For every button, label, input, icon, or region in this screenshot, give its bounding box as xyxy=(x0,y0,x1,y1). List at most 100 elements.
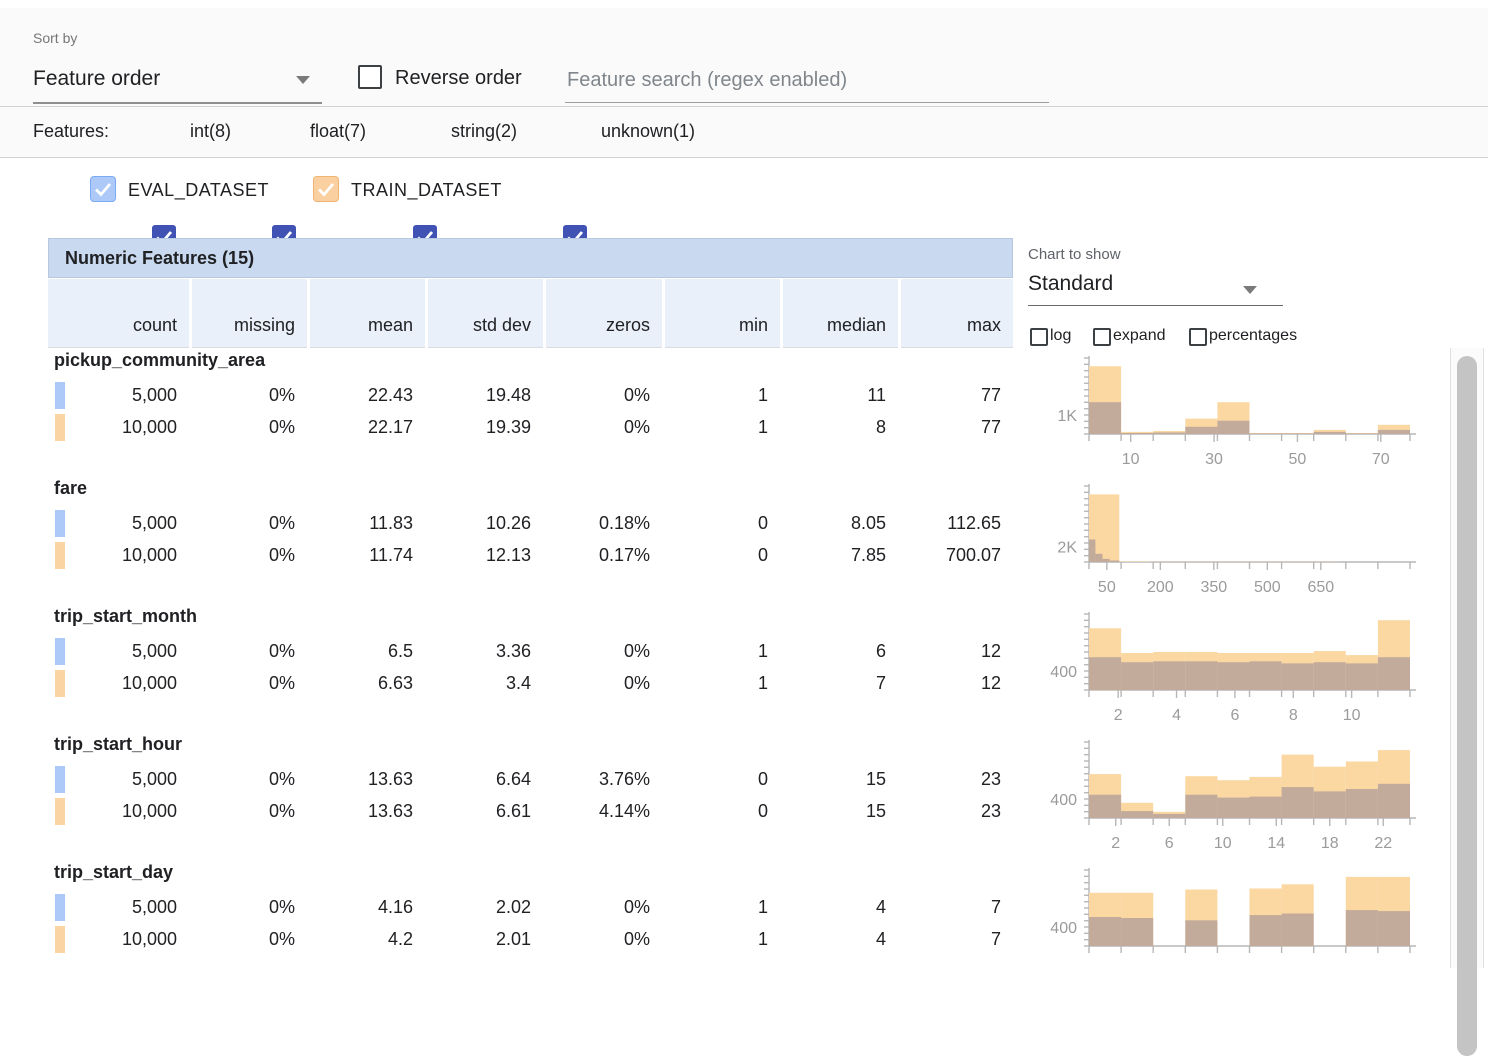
svg-text:50: 50 xyxy=(1289,451,1307,468)
stat-min: 1 xyxy=(662,670,768,697)
column-separator xyxy=(780,279,783,348)
feature-row-fare: fare5,0000%11.8310.260.18%08.05112.6510,… xyxy=(0,476,1488,604)
chart-select-underline xyxy=(1028,305,1283,306)
sort-by-value[interactable]: Feature order xyxy=(33,67,160,91)
expand-checkbox[interactable] xyxy=(1093,328,1111,346)
feature-row-trip_start_month: trip_start_month5,0000%6.53.360%161210,0… xyxy=(0,604,1488,732)
stat-std-dev: 6.64 xyxy=(425,766,531,793)
column-header-median: median xyxy=(780,315,886,339)
column-separator xyxy=(189,279,192,348)
stat-mean: 13.63 xyxy=(307,766,413,793)
scrollbar-thumb[interactable] xyxy=(1457,356,1477,1056)
svg-text:400: 400 xyxy=(1050,920,1077,937)
stat-median: 4 xyxy=(780,894,886,921)
stat-missing: 0% xyxy=(189,382,295,409)
vertical-scrollbar[interactable] xyxy=(1450,348,1484,968)
stat-mean: 6.63 xyxy=(307,670,413,697)
log-checkbox[interactable] xyxy=(1030,328,1048,346)
column-header-zeros: zeros xyxy=(543,315,650,339)
column-separator xyxy=(898,279,901,348)
stat-min: 1 xyxy=(662,382,768,409)
feature-name: trip_start_hour xyxy=(54,734,182,755)
stat-std-dev: 2.02 xyxy=(425,894,531,921)
stat-mean: 4.16 xyxy=(307,894,413,921)
column-header-min: min xyxy=(662,315,768,339)
stat-zeros: 0% xyxy=(543,382,650,409)
stat-mean: 4.2 xyxy=(307,926,413,953)
svg-text:350: 350 xyxy=(1200,579,1227,596)
stat-zeros: 4.14% xyxy=(543,798,650,825)
stat-median: 4 xyxy=(780,926,886,953)
stat-min: 0 xyxy=(662,542,768,569)
stat-count: 5,000 xyxy=(48,766,177,793)
column-separator xyxy=(662,279,665,348)
column-header-missing: missing xyxy=(189,315,295,339)
feature-name: fare xyxy=(54,478,87,499)
stat-missing: 0% xyxy=(189,670,295,697)
percentages-checkbox[interactable] xyxy=(1189,328,1207,346)
chart-to-show-label: Chart to show xyxy=(1028,246,1121,263)
stat-mean: 22.43 xyxy=(307,382,413,409)
stat-max: 77 xyxy=(898,382,1001,409)
log-label: log xyxy=(1050,327,1071,345)
stat-std-dev: 10.26 xyxy=(425,510,531,537)
feature-row-pickup_community_area: pickup_community_area5,0000%22.4319.480%… xyxy=(0,348,1488,476)
stat-zeros: 0.18% xyxy=(543,510,650,537)
svg-text:8: 8 xyxy=(1289,707,1298,724)
dataset-checkbox-TRAIN_DATASET[interactable] xyxy=(313,176,339,202)
stat-median: 6 xyxy=(780,638,886,665)
stat-count: 10,000 xyxy=(48,414,177,441)
stat-missing: 0% xyxy=(189,510,295,537)
column-separator xyxy=(543,279,546,348)
sort-underline xyxy=(33,102,322,104)
stat-max: 23 xyxy=(898,798,1001,825)
column-header-max: max xyxy=(898,315,1001,339)
svg-text:50: 50 xyxy=(1098,579,1116,596)
numeric-features-header: Numeric Features (15) xyxy=(48,238,1013,278)
search-input[interactable] xyxy=(565,58,1049,103)
svg-text:500: 500 xyxy=(1254,579,1281,596)
svg-text:2: 2 xyxy=(1111,835,1120,852)
stat-std-dev: 2.01 xyxy=(425,926,531,953)
stat-missing: 0% xyxy=(189,926,295,953)
stat-min: 0 xyxy=(662,798,768,825)
stat-count: 10,000 xyxy=(48,670,177,697)
stat-zeros: 0% xyxy=(543,414,650,441)
svg-text:400: 400 xyxy=(1050,792,1077,809)
svg-text:30: 30 xyxy=(1205,451,1223,468)
column-header-std-dev: std dev xyxy=(425,315,531,339)
features-label: Features: xyxy=(33,121,109,142)
column-separator xyxy=(425,279,428,348)
feature-row-trip_start_hour: trip_start_hour5,0000%13.636.643.76%0152… xyxy=(0,732,1488,860)
percentages-label: percentages xyxy=(1209,327,1297,345)
svg-text:18: 18 xyxy=(1321,835,1339,852)
stat-zeros: 0% xyxy=(543,638,650,665)
stat-zeros: 0.17% xyxy=(543,542,650,569)
chevron-down-icon[interactable] xyxy=(296,76,310,84)
stat-mean: 6.5 xyxy=(307,638,413,665)
stat-max: 112.65 xyxy=(898,510,1001,537)
svg-text:70: 70 xyxy=(1372,451,1390,468)
reverse-order-checkbox[interactable] xyxy=(358,65,382,89)
stat-min: 0 xyxy=(662,510,768,537)
stat-missing: 0% xyxy=(189,798,295,825)
stat-count: 5,000 xyxy=(48,894,177,921)
dataset-checkbox-EVAL_DATASET[interactable] xyxy=(90,176,116,202)
histogram-trip_start_hour: 2610141822400 xyxy=(1020,734,1420,858)
svg-text:6: 6 xyxy=(1165,835,1174,852)
svg-text:22: 22 xyxy=(1374,835,1392,852)
svg-text:2: 2 xyxy=(1114,707,1123,724)
chart-type-dropdown[interactable]: Standard xyxy=(1028,272,1113,296)
stat-count: 5,000 xyxy=(48,638,177,665)
chevron-down-icon[interactable] xyxy=(1243,286,1257,294)
stat-max: 12 xyxy=(898,638,1001,665)
column-header-mean: mean xyxy=(307,315,413,339)
stat-std-dev: 3.36 xyxy=(425,638,531,665)
stat-missing: 0% xyxy=(189,638,295,665)
stat-count: 10,000 xyxy=(48,926,177,953)
stat-median: 7 xyxy=(780,670,886,697)
stat-max: 77 xyxy=(898,414,1001,441)
stat-max: 12 xyxy=(898,670,1001,697)
stat-std-dev: 12.13 xyxy=(425,542,531,569)
stat-min: 0 xyxy=(662,766,768,793)
